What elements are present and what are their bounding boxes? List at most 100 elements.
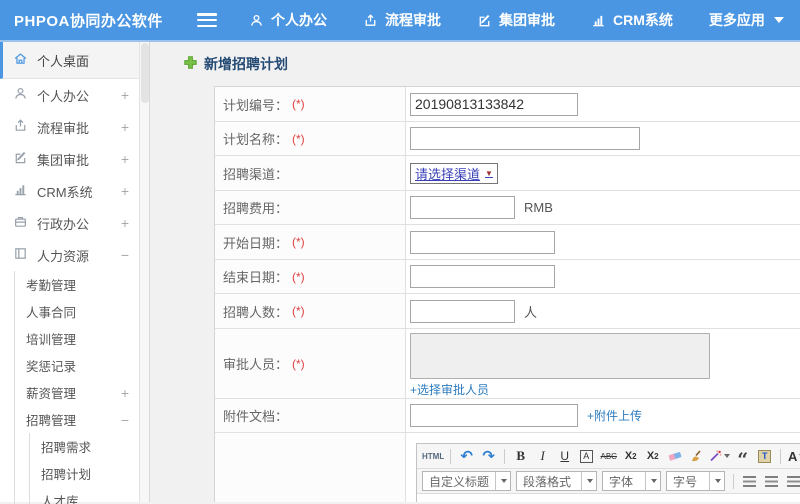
sidebar-item-personal-office[interactable]: 个人办公 + (0, 79, 149, 111)
sidebar-subitem-training[interactable]: 培训管理 (15, 325, 149, 352)
add-plus-icon (184, 56, 197, 72)
sidebar-item-label: 个人办公 (37, 88, 90, 104)
field-label: 开始日期： (*) (215, 225, 406, 259)
subitem-label: 招聘计划 (41, 468, 92, 482)
editor-toolbar-row-1: HTML ↶ ↷ B I U A ABC X2 X2 “ T A (417, 444, 800, 470)
sidebar-item-label: 个人桌面 (37, 53, 90, 69)
form-row-headcount: 招聘人数： (*) 人 (215, 294, 800, 329)
label-text: 计划名称： (223, 132, 289, 147)
edit-icon (477, 13, 492, 28)
italic-button[interactable]: I (533, 446, 552, 466)
caret-down-icon (587, 479, 594, 483)
subscript-button[interactable]: X2 (643, 446, 662, 466)
field-label: 计划名称： (*) (215, 122, 406, 155)
user-icon (249, 13, 264, 28)
attachment-upload-link[interactable]: +附件上传 (587, 407, 642, 424)
underline-button[interactable]: U (555, 446, 574, 466)
editor-content-area[interactable] (417, 494, 800, 502)
autoformat-wand-icon[interactable] (709, 446, 731, 466)
plan-number-input[interactable] (410, 92, 578, 116)
channel-select[interactable]: 请选择渠道 ▼ (410, 162, 498, 184)
sidebar-item-personal-desktop[interactable]: 个人桌面 (0, 42, 149, 79)
sidebar-subitem-hr-contract[interactable]: 人事合同 (15, 298, 149, 325)
sidebar-subitem-talent-pool[interactable]: 人才库 (30, 487, 149, 504)
sidebar-subitem-recruit-demand[interactable]: 招聘需求 (30, 433, 149, 460)
cost-input[interactable] (410, 196, 515, 219)
align-right-icon[interactable] (784, 471, 800, 491)
align-center-icon[interactable] (762, 471, 781, 491)
nav-label: 流程审批 (385, 12, 441, 28)
sidebar: 个人桌面 个人办公 + 流程审批 + 集团审批 + CRM系统 + 行政办公 + (0, 42, 150, 504)
label-text: 审批人员： (223, 357, 289, 372)
subitem-label: 奖惩记录 (26, 360, 77, 374)
align-left-icon[interactable] (740, 471, 759, 491)
subitem-label: 人事合同 (26, 306, 77, 320)
eraser-icon[interactable] (665, 446, 684, 466)
field-label: 结束日期： (*) (215, 260, 406, 293)
paste-icon[interactable]: T (755, 446, 774, 466)
nav-crm-system[interactable]: CRM系统 (591, 10, 673, 30)
sidebar-item-label: 行政办公 (37, 216, 90, 232)
sidebar-subitem-attendance[interactable]: 考勤管理 (15, 271, 149, 298)
superscript-button[interactable]: X2 (621, 446, 640, 466)
caret-down-icon: ▼ (485, 168, 493, 178)
sidebar-subitem-salary[interactable]: 薪资管理 + (15, 379, 149, 406)
start-date-input[interactable] (410, 230, 555, 254)
select-approvers-link[interactable]: +选择审批人员 (410, 381, 489, 398)
undo-icon[interactable]: ↶ (457, 446, 476, 466)
headcount-input[interactable] (410, 299, 515, 323)
sidebar-item-group-approval[interactable]: 集团审批 + (0, 143, 149, 175)
sidebar-item-crm-system[interactable]: CRM系统 + (0, 175, 149, 207)
caret-down-icon (724, 454, 731, 458)
bold-button[interactable]: B (511, 446, 530, 466)
sidebar-scrollbar[interactable] (139, 42, 149, 502)
custom-heading-dropdown[interactable]: 自定义标题 (422, 471, 512, 491)
sidebar-item-admin-office[interactable]: 行政办公 + (0, 207, 149, 239)
hamburger-menu-icon[interactable] (197, 13, 217, 27)
field-label: 招聘费用： (215, 191, 406, 224)
end-date-input[interactable] (410, 265, 555, 288)
font-size-dropdown[interactable]: 字号 (666, 471, 726, 491)
sidebar-item-workflow-approval[interactable]: 流程审批 + (0, 111, 149, 143)
blockquote-icon[interactable]: “ (733, 446, 752, 470)
font-family-dropdown[interactable]: 字体 (602, 471, 662, 491)
plan-name-input[interactable] (410, 127, 640, 150)
caret-down-icon (501, 479, 508, 483)
autotypeset-button[interactable]: A (577, 446, 596, 466)
nav-label: 个人办公 (271, 12, 327, 28)
sidebar-subitem-recruitment[interactable]: 招聘管理 − (15, 406, 149, 433)
home-icon (13, 51, 28, 69)
sidebar-item-label: CRM系统 (37, 184, 93, 200)
recruitment-submenu: 招聘需求 招聘计划 人才库 (29, 433, 149, 504)
briefcase-icon (13, 214, 28, 232)
label-text: 招聘费用： (223, 201, 289, 216)
toolbar-separator (733, 473, 735, 489)
sidebar-subitem-rewards[interactable]: 奖惩记录 (15, 352, 149, 379)
page-title: 新增招聘计划 (184, 55, 800, 73)
format-brush-icon[interactable] (687, 446, 706, 466)
nav-personal-office[interactable]: 个人办公 (249, 10, 327, 30)
field-label-empty (215, 433, 406, 502)
nav-more-apps[interactable]: 更多应用 (709, 10, 784, 30)
editor-toolbar-row-2: 自定义标题 段落格式 字体 字号 (417, 469, 800, 494)
rich-text-editor: HTML ↶ ↷ B I U A ABC X2 X2 “ T A 自定义标题 段… (416, 443, 800, 502)
subitem-label: 招聘需求 (41, 441, 92, 455)
attachment-input[interactable] (410, 404, 578, 427)
bar-chart-icon (591, 13, 606, 28)
nav-label: 更多应用 (708, 12, 765, 28)
strikethrough-button[interactable]: ABC (599, 446, 618, 466)
page-title-text: 新增招聘计划 (204, 56, 288, 72)
sidebar-item-human-resources[interactable]: 人力资源 − (0, 239, 149, 271)
toolbar-separator (504, 448, 506, 464)
sidebar-item-label: 人力资源 (37, 248, 90, 264)
font-color-button[interactable]: A (787, 446, 800, 466)
select-value: 请选择渠道 (415, 166, 481, 182)
sidebar-subitem-recruit-plan[interactable]: 招聘计划 (30, 460, 149, 487)
nav-workflow-approval[interactable]: 流程审批 (363, 10, 441, 30)
sidebar-item-label: 流程审批 (37, 120, 90, 136)
paragraph-format-dropdown[interactable]: 段落格式 (516, 471, 598, 491)
approvers-textarea[interactable] (410, 333, 710, 379)
html-source-button[interactable]: HTML (422, 446, 444, 466)
nav-group-approval[interactable]: 集团审批 (477, 10, 555, 30)
redo-icon[interactable]: ↷ (479, 446, 498, 466)
